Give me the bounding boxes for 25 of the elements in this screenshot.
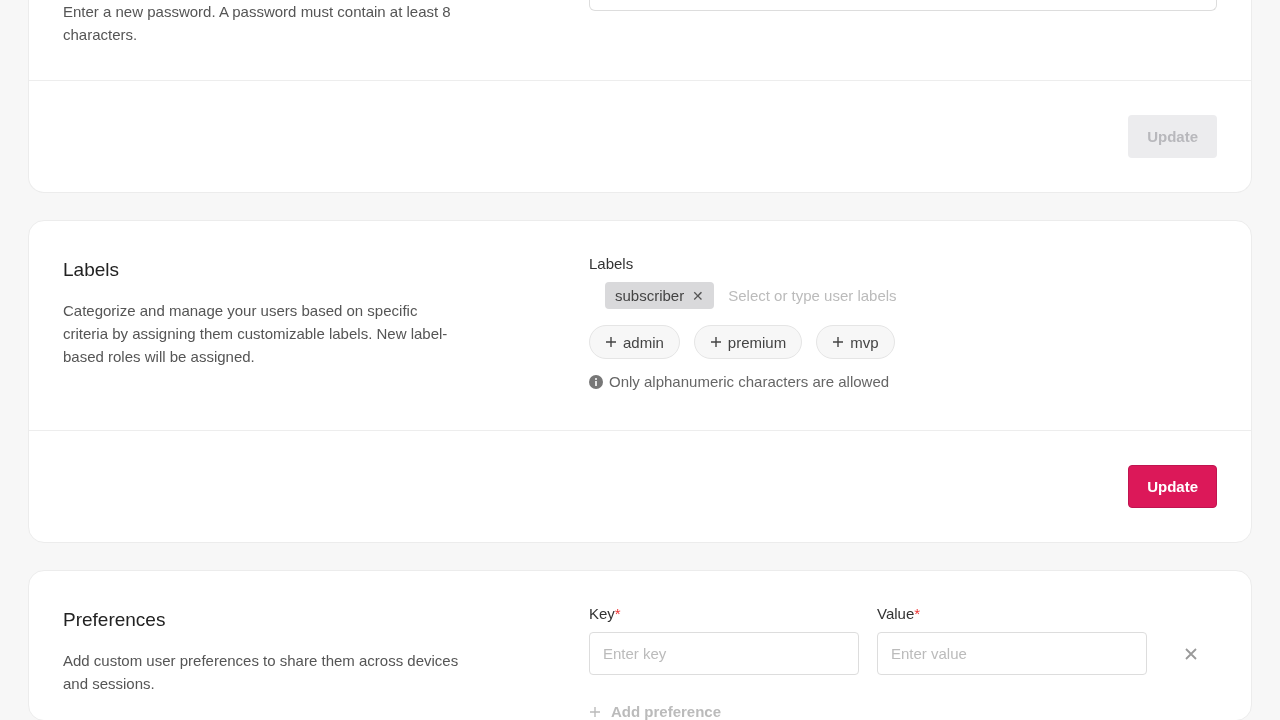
plus-icon [709,336,722,348]
update-button[interactable]: Update [1128,465,1217,508]
plus-icon [832,336,845,348]
section-title: Preferences [63,609,167,631]
tag-text: subscriber [615,287,685,304]
key-input[interactable]: Enter key [589,632,859,675]
section-description: Add custom user preferences to share them across devices and sessions. [63,651,460,694]
label-suggestion[interactable]: mvp [816,325,895,359]
field-label: Labels [589,255,635,272]
label-suggestion[interactable]: admin [589,325,680,359]
required-mark: * [614,605,621,622]
section-description: Categorize and manage your users based on specific criteria by assigning them customizable labels. New label-based roles will be assigned. [63,301,449,367]
value-input[interactable]: Enter value [877,632,1147,675]
plus-icon [605,336,617,348]
password-description: Enter a new password. A password must contain at least 8 characters. [63,2,452,45]
section-title: Labels [63,259,120,281]
remove-icon[interactable]: ✕ [692,287,705,304]
close-icon[interactable] [1185,648,1197,660]
info-icon [589,374,603,389]
hint-text: Only alphanumeric characters are allowed [609,373,890,390]
field-label: Key [589,605,615,622]
plus-icon [589,705,601,718]
label-suggestion[interactable]: premium [693,325,803,359]
required-mark: * [914,605,921,622]
field-label: Value [877,605,915,622]
